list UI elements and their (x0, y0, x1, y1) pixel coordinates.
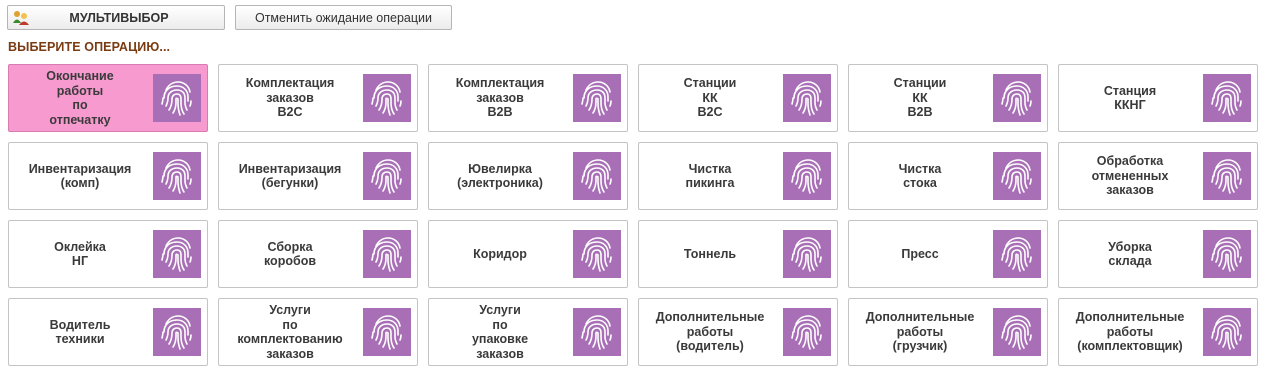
prompt-heading: ВЫБЕРИТЕ ОПЕРАЦИЮ... (8, 40, 171, 54)
toolbar: МУЛЬТИВЫБОР Отменить ожидание операции (7, 5, 452, 30)
operation-tile[interactable]: Уборка склада (1058, 220, 1258, 288)
fingerprint-icon[interactable] (573, 308, 621, 356)
multiselect-button[interactable]: МУЛЬТИВЫБОР (7, 5, 225, 30)
fingerprint-icon[interactable] (993, 74, 1041, 122)
operations-grid: Окончание работы по отпечатку Комплектац… (8, 64, 1258, 375)
operations-row: Инвентаризация (комп) Инвентаризация (бе… (8, 142, 1258, 210)
operation-tile[interactable]: Дополнительные работы (комплектовщик) (1058, 298, 1258, 366)
fingerprint-icon[interactable] (1203, 230, 1251, 278)
fingerprint-icon[interactable] (153, 230, 201, 278)
operation-label: Пресс (901, 246, 939, 261)
operation-label: Окончание работы по отпечатку (46, 69, 114, 127)
operation-label: Инвентаризация (бегунки) (238, 161, 342, 191)
operation-tile[interactable]: Услуги по упаковке заказов (428, 298, 628, 366)
operation-label: Сборка коробов (263, 239, 317, 269)
operation-tile[interactable]: Коридор (428, 220, 628, 288)
operation-tile[interactable]: Инвентаризация (комп) (8, 142, 208, 210)
operation-tile[interactable]: Тоннель (638, 220, 838, 288)
fingerprint-icon[interactable] (363, 230, 411, 278)
operation-label: Тоннель (683, 246, 737, 261)
fingerprint-icon[interactable] (573, 230, 621, 278)
operation-tile[interactable]: Пресс (848, 220, 1048, 288)
operation-tile[interactable]: Окончание работы по отпечатку (8, 64, 208, 132)
cancel-wait-button[interactable]: Отменить ожидание операции (235, 5, 452, 30)
fingerprint-icon[interactable] (1203, 152, 1251, 200)
operation-label: Услуги по упаковке заказов (471, 303, 529, 361)
operation-tile[interactable]: Сборка коробов (218, 220, 418, 288)
fingerprint-icon[interactable] (153, 74, 201, 122)
operation-tile[interactable]: Станции КК B2C (638, 64, 838, 132)
operation-tile[interactable]: Ювелирка (электроника) (428, 142, 628, 210)
fingerprint-icon[interactable] (363, 74, 411, 122)
operation-label: Комплектация заказов B2C (245, 76, 335, 120)
operation-label: Станции КК B2B (893, 76, 947, 120)
fingerprint-icon[interactable] (993, 152, 1041, 200)
operation-label: Инвентаризация (комп) (28, 161, 132, 191)
operations-row: Окончание работы по отпечатку Комплектац… (8, 64, 1258, 132)
operation-label: Чистка стока (898, 161, 942, 191)
operation-label: Дополнительные работы (водитель) (655, 310, 765, 354)
fingerprint-icon[interactable] (993, 308, 1041, 356)
operation-label: Водитель техники (49, 317, 111, 347)
operation-tile[interactable]: Станции КК B2B (848, 64, 1048, 132)
fingerprint-icon[interactable] (153, 308, 201, 356)
operation-label: Станция ККНГ (1103, 83, 1157, 113)
operation-tile[interactable]: Чистка пикинга (638, 142, 838, 210)
fingerprint-icon[interactable] (783, 230, 831, 278)
operation-label: Услуги по комплектованию заказов (237, 303, 343, 361)
fingerprint-icon[interactable] (363, 152, 411, 200)
operation-label: Обработка отмененных заказов (1091, 154, 1169, 198)
users-icon (12, 10, 30, 26)
fingerprint-icon[interactable] (363, 308, 411, 356)
fingerprint-icon[interactable] (153, 152, 201, 200)
operations-row: Водитель техники Услуги по комплектовани… (8, 298, 1258, 366)
fingerprint-icon[interactable] (783, 308, 831, 356)
operation-label: Оклейка НГ (54, 239, 106, 269)
fingerprint-icon[interactable] (783, 152, 831, 200)
operation-label: Станции КК B2C (683, 76, 737, 120)
operation-tile[interactable]: Дополнительные работы (грузчик) (848, 298, 1048, 366)
operation-tile[interactable]: Дополнительные работы (водитель) (638, 298, 838, 366)
fingerprint-icon[interactable] (1203, 74, 1251, 122)
operation-tile[interactable]: Водитель техники (8, 298, 208, 366)
operation-tile[interactable]: Комплектация заказов B2B (428, 64, 628, 132)
operation-tile[interactable]: Обработка отмененных заказов (1058, 142, 1258, 210)
operation-tile[interactable]: Оклейка НГ (8, 220, 208, 288)
operation-tile[interactable]: Комплектация заказов B2C (218, 64, 418, 132)
operation-tile[interactable]: Инвентаризация (бегунки) (218, 142, 418, 210)
fingerprint-icon[interactable] (573, 74, 621, 122)
operation-label: Ювелирка (электроника) (457, 161, 543, 191)
operation-tile[interactable]: Станция ККНГ (1058, 64, 1258, 132)
operation-label: Коридор (473, 246, 527, 261)
operation-label: Чистка пикинга (685, 161, 735, 191)
operation-label: Уборка склада (1108, 239, 1152, 269)
fingerprint-icon[interactable] (783, 74, 831, 122)
operation-label: Дополнительные работы (комплектовщик) (1075, 310, 1185, 354)
fingerprint-icon[interactable] (1203, 308, 1251, 356)
operations-row: Оклейка НГ Сборка коробов Коридор Тоннел… (8, 220, 1258, 288)
multiselect-label: МУЛЬТИВЫБОР (69, 10, 169, 25)
fingerprint-icon[interactable] (993, 230, 1041, 278)
fingerprint-icon[interactable] (573, 152, 621, 200)
operation-tile[interactable]: Услуги по комплектованию заказов (218, 298, 418, 366)
operation-label: Дополнительные работы (грузчик) (865, 310, 975, 354)
operation-tile[interactable]: Чистка стока (848, 142, 1048, 210)
operation-label: Комплектация заказов B2B (455, 76, 545, 120)
